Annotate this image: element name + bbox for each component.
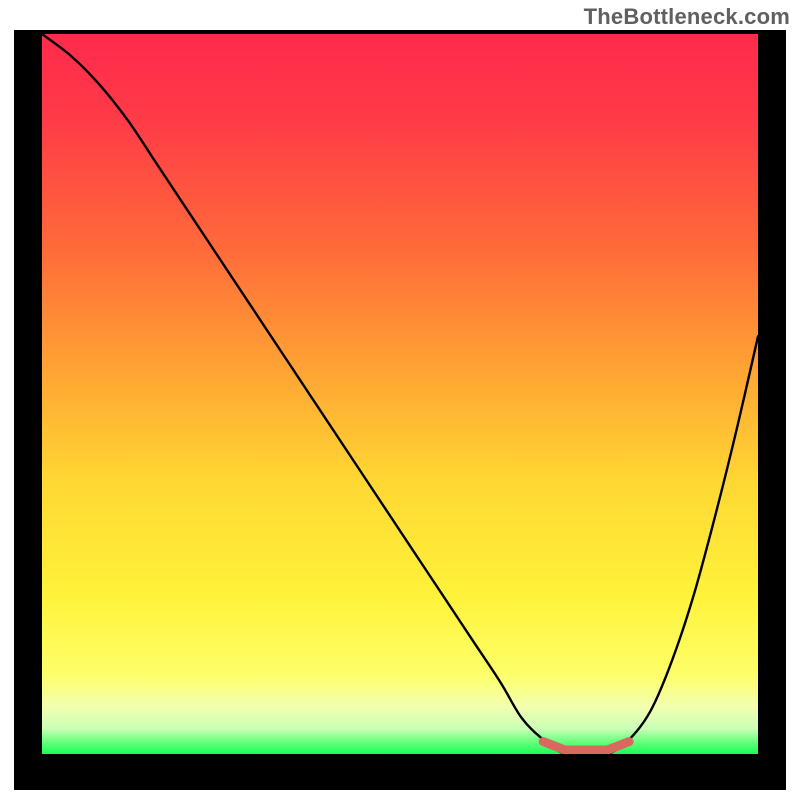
plot-frame: [14, 30, 786, 790]
chart-stage: TheBottleneck.com: [0, 0, 800, 800]
watermark-text: TheBottleneck.com: [584, 4, 790, 30]
plot-area: [42, 34, 758, 754]
optimal-region-highlight: [42, 34, 758, 754]
